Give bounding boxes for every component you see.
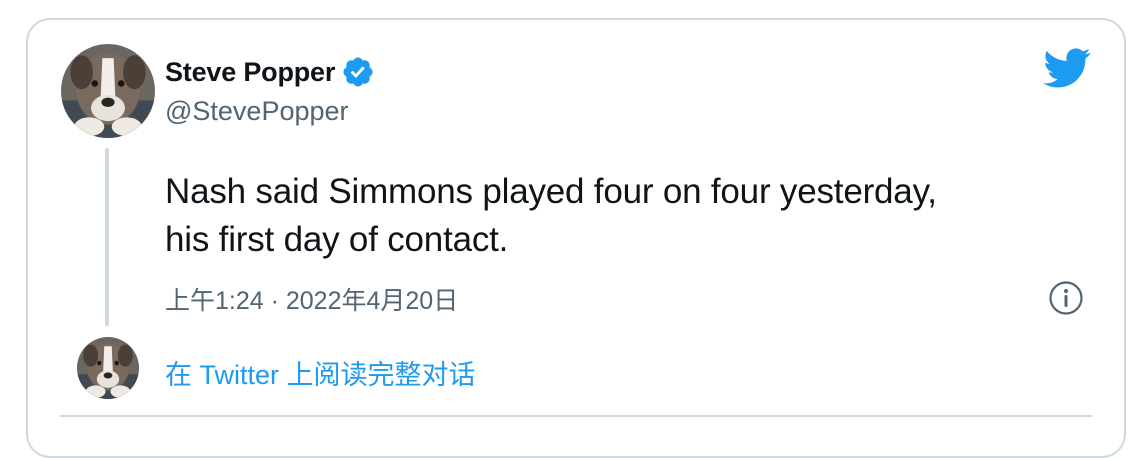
info-icon[interactable] — [1048, 280, 1084, 316]
author-handle[interactable]: @StevePopper — [165, 96, 349, 127]
author-display-name[interactable]: Steve Popper — [165, 57, 335, 88]
reply-avatar[interactable] — [77, 337, 139, 399]
author-avatar[interactable] — [61, 44, 155, 138]
tweet-timestamp[interactable]: 上午1:24 · 2022年4月20日 — [165, 281, 458, 317]
dog-avatar-icon — [61, 44, 155, 138]
twitter-bird-icon[interactable] — [1043, 48, 1091, 88]
author-name-row[interactable]: Steve Popper — [165, 55, 375, 89]
dog-avatar-small-icon — [77, 337, 139, 399]
read-full-conversation-link[interactable]: 在 Twitter 上阅读完整对话 — [165, 353, 476, 392]
verified-badge-icon — [341, 55, 375, 89]
tweet-text: Nash said Simmons played four on four ye… — [165, 172, 937, 259]
thread-connector-line — [105, 148, 109, 326]
divider — [60, 415, 1092, 417]
